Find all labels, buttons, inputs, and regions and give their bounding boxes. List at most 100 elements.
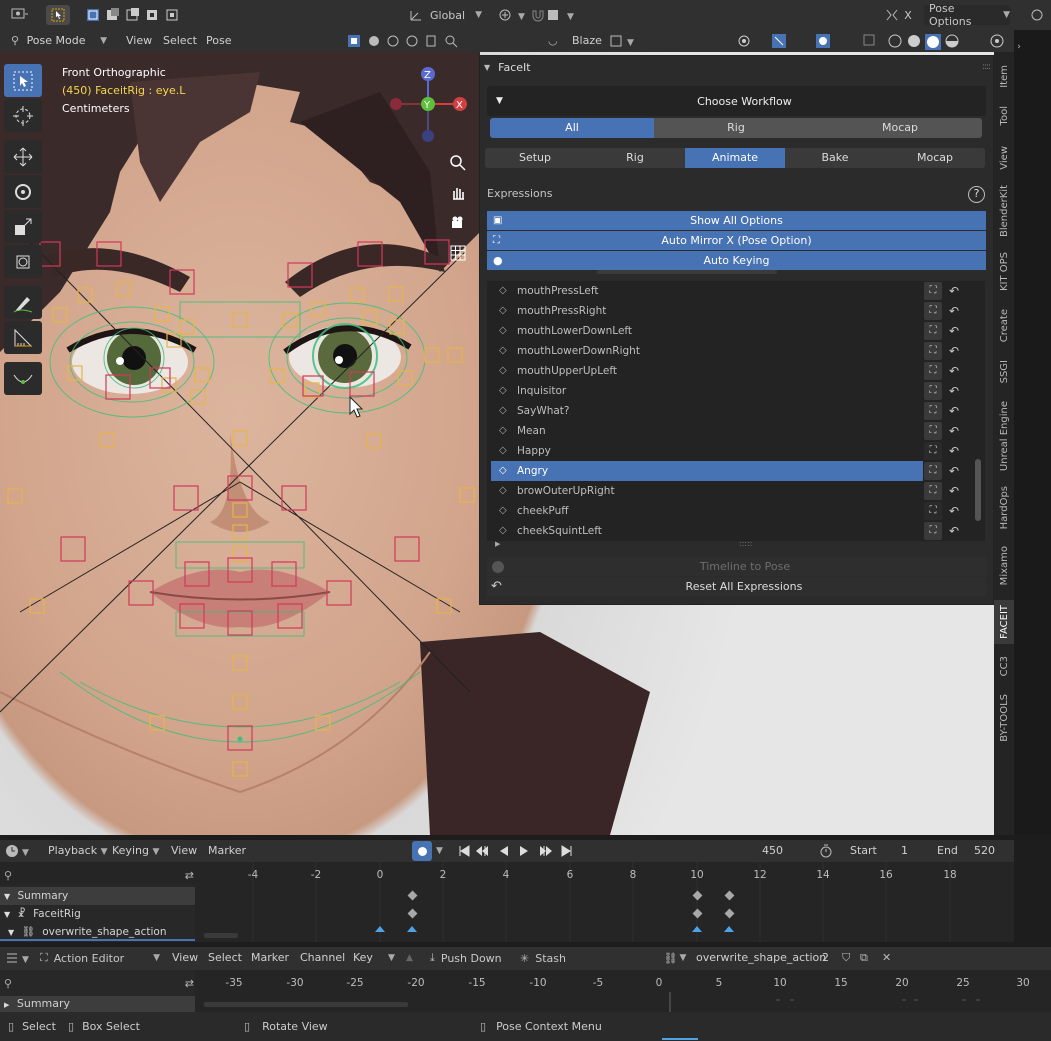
menu-view[interactable]: View (126, 30, 152, 52)
menu-key[interactable]: Key (353, 947, 373, 969)
menu-keying[interactable]: Keying ▼ (112, 840, 159, 862)
auto-keying-toggle[interactable]: ● Auto Keying (487, 251, 986, 270)
timeline-search[interactable]: ⚲ ⇄ (4, 866, 194, 884)
menu-view[interactable]: View (172, 947, 198, 969)
tab-item[interactable]: Item (994, 58, 1014, 94)
select-tool-button[interactable] (46, 5, 70, 25)
list-item[interactable]: ◇ cheekPuff (491, 501, 923, 521)
snap-toggle[interactable]: ▼ (530, 5, 578, 25)
tab-faceit[interactable]: FACEIT (994, 600, 1014, 644)
reset-icon[interactable]: ↶ (945, 422, 963, 440)
pose-tools-group[interactable] (344, 31, 464, 51)
mirror-bones-icon[interactable]: ⛶ (924, 362, 942, 380)
chevron-up-icon[interactable]: ▲ (406, 947, 413, 969)
zoom-icon[interactable] (446, 148, 470, 178)
reset-icon[interactable]: ↶ (945, 522, 963, 540)
reset-icon[interactable]: ↶ (945, 282, 963, 300)
transform-tool[interactable] (4, 245, 42, 278)
end-frame-field[interactable]: 520 (974, 840, 995, 862)
cursor-tool[interactable] (4, 99, 42, 132)
chevron-right-icon[interactable]: ▶ (495, 540, 500, 548)
list-item[interactable]: ◇ Inquisitor (491, 381, 923, 401)
hand-icon[interactable] (446, 178, 470, 208)
tab-mixamo[interactable]: Mixamo (994, 538, 1014, 594)
swap-icon[interactable]: ⇄ (185, 977, 194, 990)
proportional-dropdown[interactable]: ▼ (608, 31, 638, 51)
action-search[interactable]: ⚲ ⇄ (4, 974, 194, 992)
list-grip-icon[interactable]: ::::: (739, 539, 752, 548)
keyframe-marker-selected[interactable] (724, 926, 734, 932)
start-frame-field[interactable]: 1 (901, 840, 908, 862)
keyframe-marker-selected[interactable] (375, 926, 385, 932)
reset-icon[interactable]: ↶ (945, 502, 963, 520)
list-item[interactable]: ◇ mouthPressRight (491, 301, 923, 321)
mirror-bones-icon[interactable]: ⛶ (924, 442, 942, 460)
mirror-bones-icon[interactable]: ⛶ (924, 302, 942, 320)
channel-action[interactable]: ▼ ⛓ overwrite_shape_action (0, 923, 195, 941)
dopesheet-mode-dropdown[interactable]: ⛶ Action Editor ▼ (40, 948, 160, 968)
workflow-tab-all[interactable]: All (490, 118, 654, 138)
reset-icon[interactable]: ↶ (945, 462, 963, 480)
list-item[interactable]: ◇ mouthLowerDownLeft (491, 321, 923, 341)
auto-mirror-toggle[interactable]: ⛶ Auto Mirror X (Pose Option) (487, 231, 986, 250)
editor-type-button[interactable]: ▼ (4, 841, 34, 861)
list-item[interactable]: ◇ cheekSquintLeft (491, 521, 923, 541)
selection-mode-group[interactable] (84, 5, 182, 25)
workflow-header[interactable]: ▼ Choose Workflow (496, 92, 986, 110)
reset-all-expressions-button[interactable]: ↶ Reset All Expressions (487, 577, 986, 596)
reset-icon[interactable]: ↶ (945, 402, 963, 420)
navigation-gizmo[interactable]: Z Y X (384, 62, 476, 158)
keyframe-marker-selected[interactable] (692, 926, 702, 932)
list-item[interactable]: ◇ SayWhat? (491, 401, 923, 421)
push-down-button[interactable]: ⤓ Push Down (430, 948, 512, 968)
mirror-bones-icon[interactable]: ⛶ (924, 422, 942, 440)
relax-pose-tool[interactable] (4, 362, 42, 395)
channel-summary[interactable]: ▼ Summary (0, 887, 195, 905)
tab-create[interactable]: Create (994, 302, 1014, 350)
panel-header[interactable]: ▼ FaceIt :::: (484, 58, 991, 76)
mirror-bones-icon[interactable]: ⛶ (924, 382, 942, 400)
reset-icon[interactable]: ↶ (945, 322, 963, 340)
shield-icon[interactable]: ⛉ (842, 947, 850, 969)
list-item[interactable]: ◇ browOuterUpRight (491, 481, 923, 501)
chevron-down-icon[interactable]: ▼ (436, 840, 443, 862)
reset-icon[interactable]: ↶ (945, 362, 963, 380)
workflow-tab-mocap[interactable]: Mocap (818, 118, 982, 138)
action-editor-body[interactable]: ⚲ ⇄ ▶ Summary (0, 970, 1051, 1012)
move-tool[interactable] (4, 140, 42, 173)
timeline-to-pose-button[interactable]: Timeline to Pose (487, 557, 986, 576)
menu-select[interactable]: Select (208, 947, 242, 969)
help-icon[interactable]: ? (968, 186, 985, 203)
stage-tab-bake[interactable]: Bake (785, 148, 885, 168)
pose-options-dropdown[interactable]: Pose Options ▼ (924, 2, 1010, 28)
reset-icon[interactable]: ↶ (945, 342, 963, 360)
current-frame-field[interactable]: 450 (762, 840, 783, 862)
list-item[interactable]: ◇ mouthUpperUpLeft (491, 361, 923, 381)
reset-icon[interactable]: ↶ (945, 302, 963, 320)
list-item[interactable]: ◇ mouthPressLeft (491, 281, 923, 301)
menu-view[interactable]: View (171, 840, 197, 862)
browse-action-button[interactable]: ⛓ ▼ (660, 948, 690, 968)
pivot-point-dropdown[interactable]: ▼ (496, 5, 530, 25)
workflow-tab-rig[interactable]: Rig (654, 118, 818, 138)
measure-tool[interactable] (4, 321, 42, 354)
tab-cc3[interactable]: CC3 (994, 648, 1014, 684)
duplicate-icon[interactable]: ⧉ (860, 947, 868, 969)
list-item[interactable]: ◇ Happy (491, 441, 923, 461)
action-name-field[interactable]: overwrite_shape_action (696, 947, 826, 969)
scene-icon-button[interactable] (1024, 5, 1050, 25)
stash-button[interactable]: ✳ Stash (520, 948, 580, 968)
channel-object[interactable]: ▼ ☧ FaceitRig (0, 905, 195, 923)
editor-type-button[interactable]: ▼ (4, 948, 34, 968)
close-icon[interactable]: ✕ (882, 947, 891, 969)
menu-marker[interactable]: Marker (251, 947, 289, 969)
editor-type-button[interactable] (6, 5, 34, 25)
tab-tool[interactable]: Tool (994, 98, 1014, 134)
menu-marker[interactable]: Marker (208, 840, 246, 862)
drag-handle-icon[interactable]: :::: (982, 62, 991, 72)
list-resize-handle[interactable] (597, 270, 777, 274)
scale-tool[interactable] (4, 210, 42, 243)
mode-dropdown[interactable]: ⚲ Pose Mode ▼ (4, 31, 112, 51)
list-item[interactable]: ◇ Mean (491, 421, 923, 441)
list-item[interactable]: ◇ mouthLowerDownRight (491, 341, 923, 361)
